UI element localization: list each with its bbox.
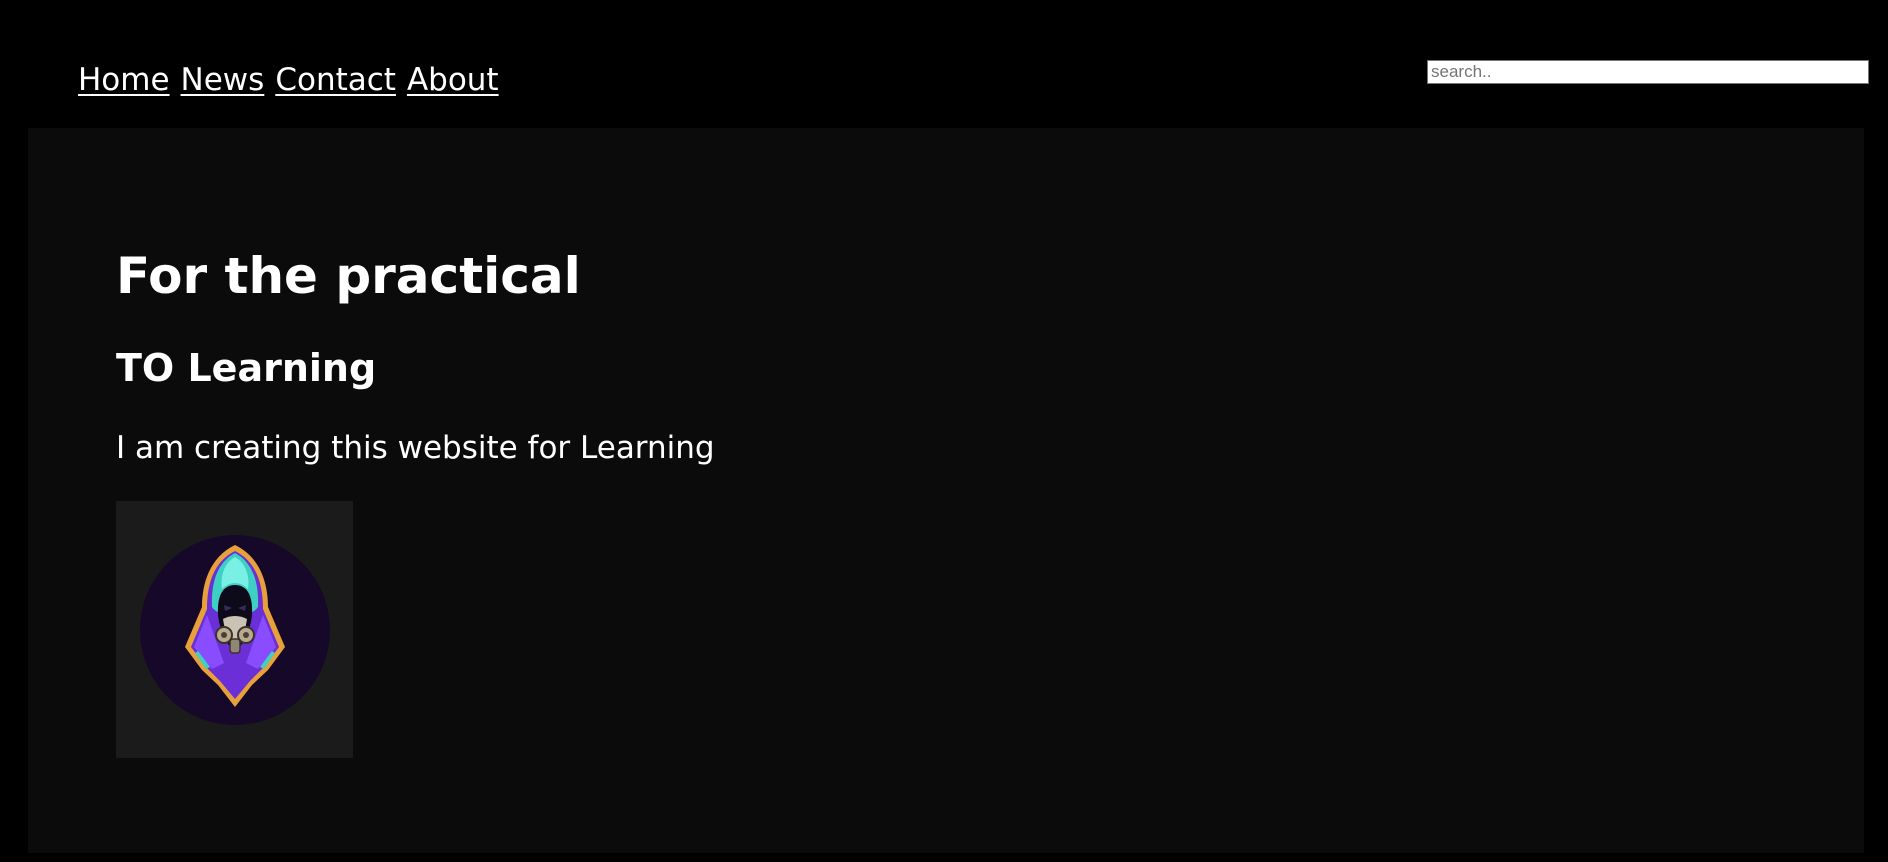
hooded-figure-gas-mask-icon — [140, 535, 330, 725]
profile-image — [116, 501, 353, 758]
nav-link-home[interactable]: Home — [78, 56, 170, 104]
nav-link-news[interactable]: News — [181, 56, 265, 104]
page-title: For the practical — [116, 247, 581, 305]
nav-link-about[interactable]: About — [407, 56, 499, 104]
page-subtitle: TO Learning — [116, 346, 377, 390]
nav-link-contact[interactable]: Contact — [275, 56, 396, 104]
main-content: For the practical TO Learning I am creat… — [28, 128, 1864, 853]
top-nav: Home News Contact About — [78, 56, 499, 104]
search-input[interactable] — [1427, 60, 1869, 84]
intro-paragraph: I am creating this website for Learning — [116, 430, 715, 466]
